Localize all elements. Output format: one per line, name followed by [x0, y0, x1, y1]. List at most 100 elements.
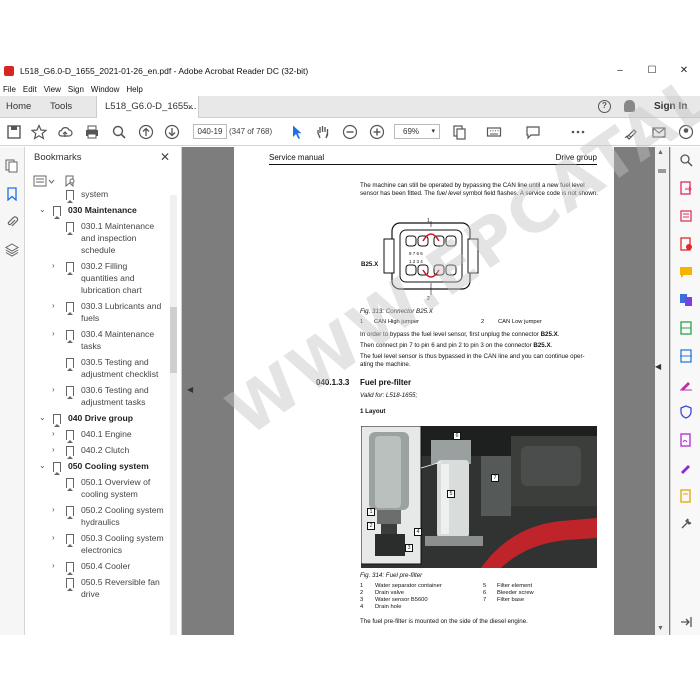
bookmark-item-continued[interactable]: lubrication chart — [52, 284, 173, 296]
create-pdf-icon[interactable] — [679, 237, 693, 251]
scroll-up-icon[interactable]: ▲ — [657, 149, 664, 156]
bookmark-item-continued[interactable]: tasks — [52, 340, 173, 352]
bookmark-item[interactable]: › 040.1 Engine — [52, 428, 173, 443]
page-up-icon[interactable] — [138, 124, 154, 140]
protect-icon[interactable] — [679, 405, 693, 419]
scroll-down-icon[interactable]: ▼ — [657, 625, 664, 632]
bookmark-item[interactable]: system — [52, 188, 173, 203]
chevron-right-icon[interactable]: › — [52, 560, 60, 572]
bookmark-item[interactable]: 030.1 Maintenance — [52, 220, 173, 235]
attachments-icon[interactable] — [5, 215, 19, 229]
bookmark-item-continued[interactable]: adjustment checklist — [52, 368, 173, 380]
bookmark-item[interactable]: › 030.4 Maintenance — [52, 328, 173, 343]
send-comments-icon[interactable] — [679, 489, 693, 503]
bookmarks-scrollbar[interactable] — [170, 195, 177, 635]
cloud-upload-icon[interactable] — [57, 124, 73, 140]
menu-sign[interactable]: Sign — [68, 85, 84, 94]
menu-help[interactable]: Help — [126, 85, 142, 94]
bookmark-item[interactable]: › 030.3 Lubricants and — [52, 300, 173, 315]
bookmark-item[interactable]: 050.1 Overview of — [52, 476, 173, 491]
chevron-right-icon[interactable]: › — [52, 504, 60, 516]
bookmark-item-continued[interactable]: adjustment tasks — [52, 396, 173, 408]
bookmark-item[interactable]: › 030.2 Filling — [52, 260, 173, 275]
menu-window[interactable]: Window — [91, 85, 119, 94]
layers-icon[interactable] — [5, 243, 19, 257]
email-icon[interactable] — [651, 124, 667, 140]
sign-icon[interactable] — [679, 461, 693, 475]
organize-pages-icon[interactable] — [679, 321, 693, 335]
bookmark-item-continued[interactable]: and inspection — [52, 232, 173, 244]
account-icon[interactable] — [678, 124, 694, 140]
bookmarks-panel-icon[interactable] — [5, 187, 19, 201]
scrollbar-thumb[interactable] — [658, 169, 666, 173]
keyboard-icon[interactable] — [486, 124, 502, 140]
bookmark-star-icon[interactable] — [31, 124, 47, 140]
minimize-button[interactable]: – — [604, 60, 636, 82]
zoom-in-icon[interactable] — [369, 124, 385, 140]
chevron-right-icon[interactable]: › — [52, 328, 60, 340]
hand-tool-icon[interactable] — [315, 124, 331, 140]
bookmark-options-icon[interactable] — [33, 175, 55, 187]
chevron-right-icon[interactable]: › — [52, 300, 60, 312]
bookmark-item-continued[interactable]: electronics — [52, 544, 173, 556]
edit-pdf-icon[interactable] — [679, 209, 693, 223]
bookmark-item-continued[interactable]: drive — [52, 588, 173, 600]
close-icon[interactable]: ✕ — [160, 150, 170, 164]
comment-icon[interactable] — [525, 124, 541, 140]
page-thumbnails-icon[interactable] — [5, 159, 19, 173]
chevron-right-icon[interactable]: › — [52, 428, 60, 440]
chevron-right-icon[interactable]: › — [52, 384, 60, 396]
document-scrollbar[interactable]: ▲ ▼ — [655, 147, 669, 635]
page-number-input[interactable]: 040-19 — [193, 124, 227, 139]
bookmark-item-continued[interactable]: quantities and — [52, 272, 173, 284]
zoom-out-icon[interactable] — [342, 124, 358, 140]
chevron-right-icon[interactable]: › — [52, 444, 60, 456]
menu-view[interactable]: View — [44, 85, 61, 94]
scan-ocr-icon[interactable] — [679, 349, 693, 363]
expand-panel-icon[interactable] — [679, 615, 693, 629]
chevron-down-icon[interactable]: ⌄ — [39, 460, 47, 472]
collapse-right-panel-icon[interactable]: ◀ — [655, 362, 661, 371]
bookmark-item-continued[interactable]: hydraulics — [52, 516, 173, 528]
save-icon[interactable] — [6, 124, 22, 140]
find-bookmark-icon[interactable] — [63, 175, 77, 187]
more-tools-icon[interactable] — [570, 124, 586, 140]
export-pdf-icon[interactable] — [679, 181, 693, 195]
page-display-icon[interactable] — [452, 124, 468, 140]
chevron-right-icon[interactable]: › — [52, 260, 60, 272]
print-icon[interactable] — [84, 124, 100, 140]
bookmark-item[interactable]: 030.5 Testing and — [52, 356, 173, 371]
zoom-search-icon[interactable] — [111, 124, 127, 140]
bookmark-item[interactable]: › 050.4 Cooler — [52, 560, 173, 575]
comment-tool-icon[interactable] — [679, 265, 693, 279]
bookmark-item[interactable]: ⌄ 040 Drive group — [39, 412, 173, 427]
close-window-button[interactable]: ✕ — [668, 60, 700, 82]
bookmark-item[interactable]: 050.5 Reversible fan — [52, 576, 173, 591]
bookmark-item[interactable]: › 040.2 Clutch — [52, 444, 173, 459]
page-down-icon[interactable] — [164, 124, 180, 140]
bookmark-item-continued[interactable]: fuels — [52, 312, 173, 324]
bookmark-item[interactable]: ⌄ 030 Maintenance — [39, 204, 173, 219]
select-cursor-icon[interactable] — [289, 124, 305, 140]
menu-file[interactable]: File — [3, 85, 16, 94]
bookmark-item[interactable]: › 050.3 Cooling system — [52, 532, 173, 547]
tab-close-icon[interactable]: × — [188, 96, 193, 118]
zoom-search-icon[interactable] — [679, 153, 693, 167]
tab-home[interactable]: Home — [6, 96, 31, 118]
collapse-left-panel-icon[interactable]: ◀ — [187, 385, 193, 394]
send-for-signature-icon[interactable] — [679, 433, 693, 447]
notification-bell-icon[interactable] — [624, 100, 635, 112]
menu-edit[interactable]: Edit — [23, 85, 37, 94]
fill-sign-icon[interactable] — [679, 377, 693, 391]
chevron-down-icon[interactable]: ⌄ — [39, 412, 47, 424]
chevron-down-icon[interactable]: ⌄ — [39, 204, 47, 216]
more-tools-wrench-icon[interactable] — [679, 517, 693, 531]
bookmark-item[interactable]: › 030.6 Testing and — [52, 384, 173, 399]
bookmark-item[interactable]: › 050.2 Cooling system — [52, 504, 173, 519]
tab-document[interactable]: L518_G6.0-D_1655... × — [96, 96, 199, 118]
tab-tools[interactable]: Tools — [50, 96, 72, 118]
bookmark-item-continued[interactable]: schedule — [52, 244, 173, 256]
combine-files-icon[interactable] — [679, 293, 693, 307]
scrollbar-thumb[interactable] — [170, 307, 177, 373]
maximize-button[interactable]: ☐ — [636, 60, 668, 82]
